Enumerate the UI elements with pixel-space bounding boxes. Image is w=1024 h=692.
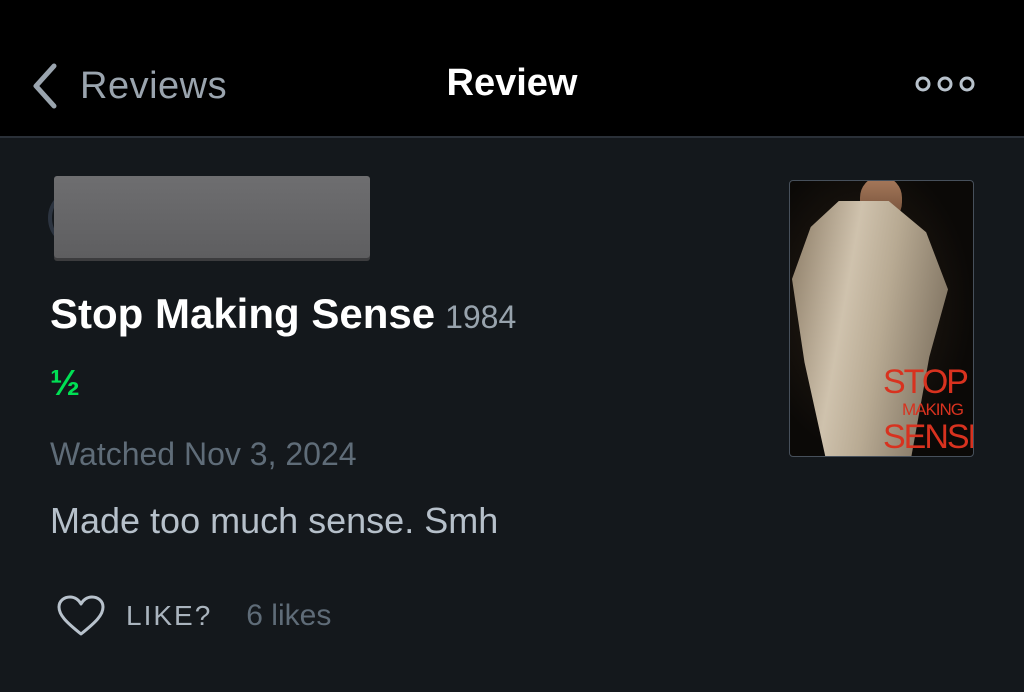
review-author[interactable] [48,176,374,262]
review-body: Made too much sense. Smh [50,500,499,541]
chevron-left-icon [33,63,57,109]
film-poster[interactable]: STOP MAKING SENSE [789,180,974,457]
star-rating: ½ [50,362,81,403]
back-button[interactable]: Reviews [30,58,227,114]
poster-line-2: MAKING [901,400,964,419]
redacted-username [54,176,370,258]
likes-count[interactable]: 6 likes [246,599,331,633]
more-horizontal-icon [915,76,975,92]
poster-title-art: STOP MAKING SENSE [883,363,973,456]
watched-date: Watched Nov 3, 2024 [50,436,357,472]
poster-line-3: SENSE [883,418,973,456]
like-row: LIKE? 6 likes [56,592,331,640]
more-options-button[interactable] [905,68,985,100]
like-button[interactable]: LIKE? [56,595,212,637]
heart-outline-icon [57,595,105,636]
film-title[interactable]: Stop Making Sense [50,290,435,338]
navigation-bar: Reviews Review [0,0,1024,138]
film-year: 1984 [445,299,517,335]
poster-line-1: STOP [883,363,969,401]
review-detail: Stop Making Sense 1984 ½ Watched Nov 3, … [0,140,1024,692]
back-button-label: Reviews [80,64,228,107]
film-heading: Stop Making Sense 1984 [50,290,516,338]
like-label: LIKE? [126,600,213,631]
